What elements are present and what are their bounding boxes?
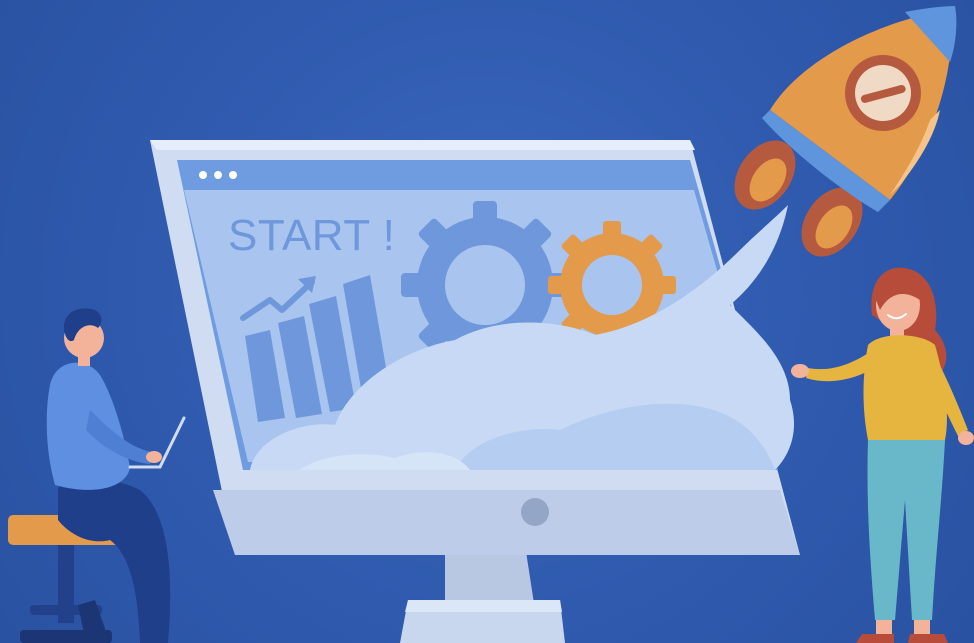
illustration-artwork: START ! xyxy=(8,6,974,643)
monitor-stand xyxy=(400,545,565,643)
illustration-scene: START ! xyxy=(0,0,974,643)
window-dots-icon xyxy=(199,171,237,179)
woman-figure xyxy=(791,267,974,643)
monitor-power-button xyxy=(521,498,549,526)
screen-title: START ! xyxy=(228,211,395,260)
